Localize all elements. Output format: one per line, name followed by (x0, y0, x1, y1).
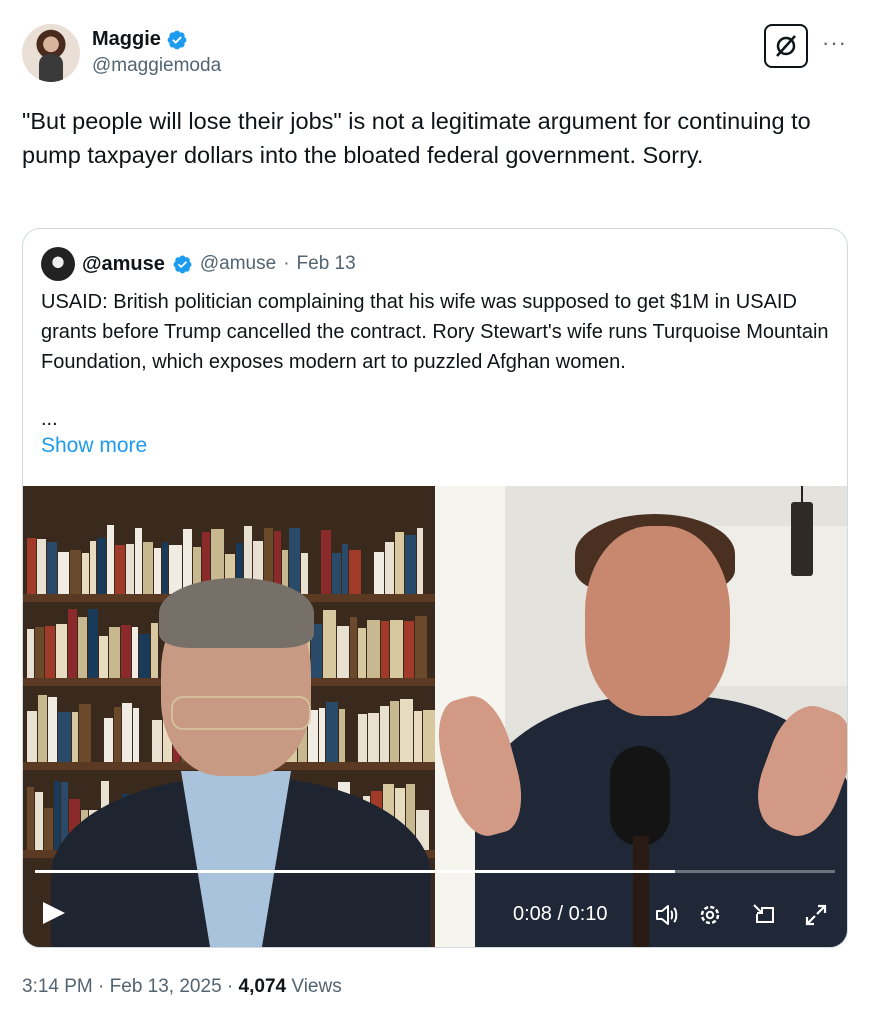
dock-icon[interactable] (751, 902, 777, 928)
fullscreen-icon[interactable] (803, 902, 829, 928)
author-info: Maggie @maggiemoda (92, 28, 221, 77)
quote-author-handle: @amuse (199, 253, 277, 274)
video-time: 0:08 / 0:10 (513, 903, 608, 925)
quote-header: @amuse @amuse · Feb 13 (41, 247, 356, 281)
quote-avatar[interactable] (41, 247, 75, 281)
video-right-pane (428, 486, 847, 947)
play-icon[interactable] (43, 902, 65, 924)
video-left-pane (23, 486, 435, 947)
tweet-text: "But people will lose their jobs" is not… (22, 108, 811, 168)
quote-separator: · (283, 253, 290, 274)
volume-icon[interactable] (653, 902, 679, 928)
more-options-button[interactable]: ··· (822, 30, 847, 56)
views-label: Views (291, 976, 342, 997)
views-count: 4,074 (238, 976, 287, 997)
grok-icon (776, 35, 796, 57)
author-handle[interactable]: @maggiemoda (92, 55, 221, 77)
tweet-meta: 3:14 PM · Feb 13, 2025 · 4,074 Views (22, 976, 342, 998)
meta-separator: · (226, 976, 234, 997)
tweet-time[interactable]: 3:14 PM (22, 976, 93, 997)
show-more-link[interactable]: Show more (41, 434, 147, 458)
quote-ellipsis: ... (41, 408, 58, 430)
video-controls: 0:08 / 0:10 (23, 886, 847, 936)
author-name[interactable]: Maggie (92, 28, 161, 51)
quoted-tweet[interactable]: @amuse @amuse · Feb 13 USAID: British po… (22, 228, 848, 948)
quote-text: USAID: British politician complaining th… (41, 291, 829, 373)
quote-date[interactable]: Feb 13 (297, 253, 356, 275)
grok-button[interactable] (764, 24, 808, 68)
meta-separator: · (98, 976, 105, 997)
video-player[interactable]: 0:08 / 0:10 (23, 486, 847, 947)
verified-badge-icon (173, 255, 192, 273)
verified-badge-icon (167, 30, 187, 49)
settings-icon[interactable] (697, 902, 723, 928)
tweet-header: Maggie @maggiemoda ··· (22, 24, 852, 84)
tweet-date[interactable]: Feb 13, 2025 (110, 976, 222, 997)
video-progress-fill (35, 870, 675, 873)
video-progress-bar[interactable] (35, 870, 835, 873)
quote-author-name[interactable]: @amuse (82, 253, 165, 276)
author-avatar[interactable] (22, 24, 80, 82)
